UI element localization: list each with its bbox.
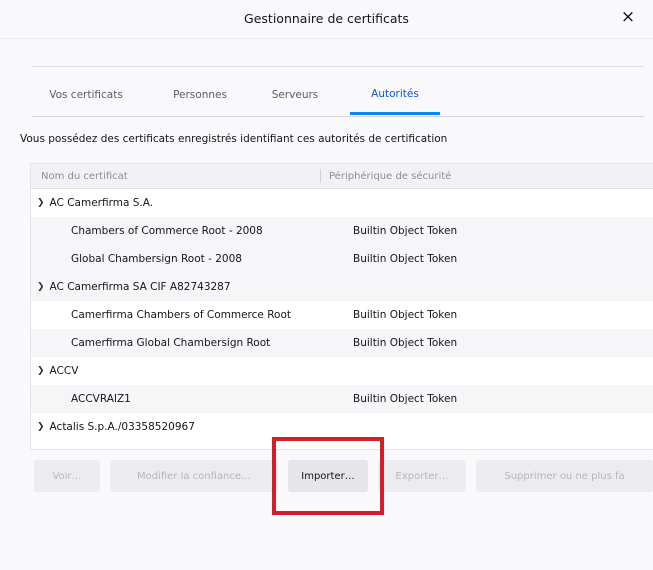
- highlight-annotation: [272, 437, 384, 515]
- tree-group-row[interactable]: ❯ ACCV: [31, 357, 653, 385]
- certificate-manager-dialog: Gestionnaire de certificats × Vos certif…: [0, 0, 653, 570]
- dialog-titlebar: Gestionnaire de certificats: [0, 0, 653, 36]
- export-button[interactable]: Exporter…: [378, 460, 466, 492]
- tabs-top-divider: [32, 66, 644, 67]
- row-name: Camerfirma Chambers of Commerce Root: [71, 309, 291, 321]
- row-device: Builtin Object Token: [353, 393, 458, 405]
- row-name: Actalis S.p.A./03358520967: [49, 421, 195, 433]
- row-device: Builtin Object Token: [353, 225, 458, 237]
- chevron-down-icon[interactable]: ❯: [37, 366, 45, 376]
- dialog-title: Gestionnaire de certificats: [244, 10, 409, 26]
- row-name: Chambers of Commerce Root - 2008: [71, 225, 263, 237]
- row-name: ACCVRAIZ1: [71, 393, 131, 405]
- chevron-down-icon[interactable]: ❯: [37, 282, 45, 292]
- tree-item-row[interactable]: ACCVRAIZ1 Builtin Object Token: [31, 385, 653, 413]
- tree-group-row[interactable]: ❯ AC Camerfirma S.A.: [31, 189, 653, 217]
- row-name: Global Chambersign Root - 2008: [71, 253, 242, 265]
- chevron-down-icon[interactable]: ❯: [37, 422, 45, 432]
- chevron-down-icon[interactable]: ❯: [37, 198, 45, 208]
- tree-group-row[interactable]: ❯ AC Camerfirma SA CIF A82743287: [31, 273, 653, 301]
- tab-personnes[interactable]: Personnes: [156, 76, 244, 114]
- column-separator: [320, 169, 321, 183]
- edit-trust-button[interactable]: Modifier la confiance…: [110, 460, 278, 492]
- row-device: Builtin Object Token: [353, 337, 458, 349]
- view-button[interactable]: Voir…: [34, 460, 100, 492]
- tab-serveurs[interactable]: Serveurs: [258, 76, 332, 114]
- title-divider: [0, 38, 653, 39]
- delete-button[interactable]: Supprimer ou ne plus fa: [476, 460, 653, 492]
- row-name: AC Camerfirma SA CIF A82743287: [49, 281, 231, 293]
- tab-vos-certificats[interactable]: Vos certificats: [38, 76, 134, 114]
- row-name: Camerfirma Global Chambersign Root: [71, 337, 271, 349]
- tree-item-row[interactable]: Camerfirma Chambers of Commerce Root Bui…: [31, 301, 653, 329]
- tree-item-row[interactable]: Camerfirma Global Chambersign Root Built…: [31, 329, 653, 357]
- row-name: ACCV: [49, 365, 79, 377]
- tree-header: Nom du certificat Périphérique de sécuri…: [31, 164, 653, 189]
- row-name: AC Camerfirma S.A.: [49, 197, 154, 209]
- tab-autorites[interactable]: Autorités: [350, 76, 440, 115]
- certificate-tree[interactable]: Nom du certificat Périphérique de sécuri…: [30, 163, 653, 450]
- close-icon[interactable]: ×: [617, 6, 639, 28]
- tree-item-row[interactable]: Global Chambersign Root - 2008 Builtin O…: [31, 245, 653, 273]
- column-header-name[interactable]: Nom du certificat: [41, 164, 311, 188]
- column-header-device[interactable]: Périphérique de sécurité: [329, 164, 629, 188]
- tree-item-row[interactable]: Chambers of Commerce Root - 2008 Builtin…: [31, 217, 653, 245]
- row-device: Builtin Object Token: [353, 309, 458, 321]
- authorities-description: Vous possédez des certificats enregistré…: [20, 133, 448, 145]
- tab-bar: Vos certificats Personnes Serveurs Autor…: [32, 76, 644, 117]
- row-device: Builtin Object Token: [353, 253, 458, 265]
